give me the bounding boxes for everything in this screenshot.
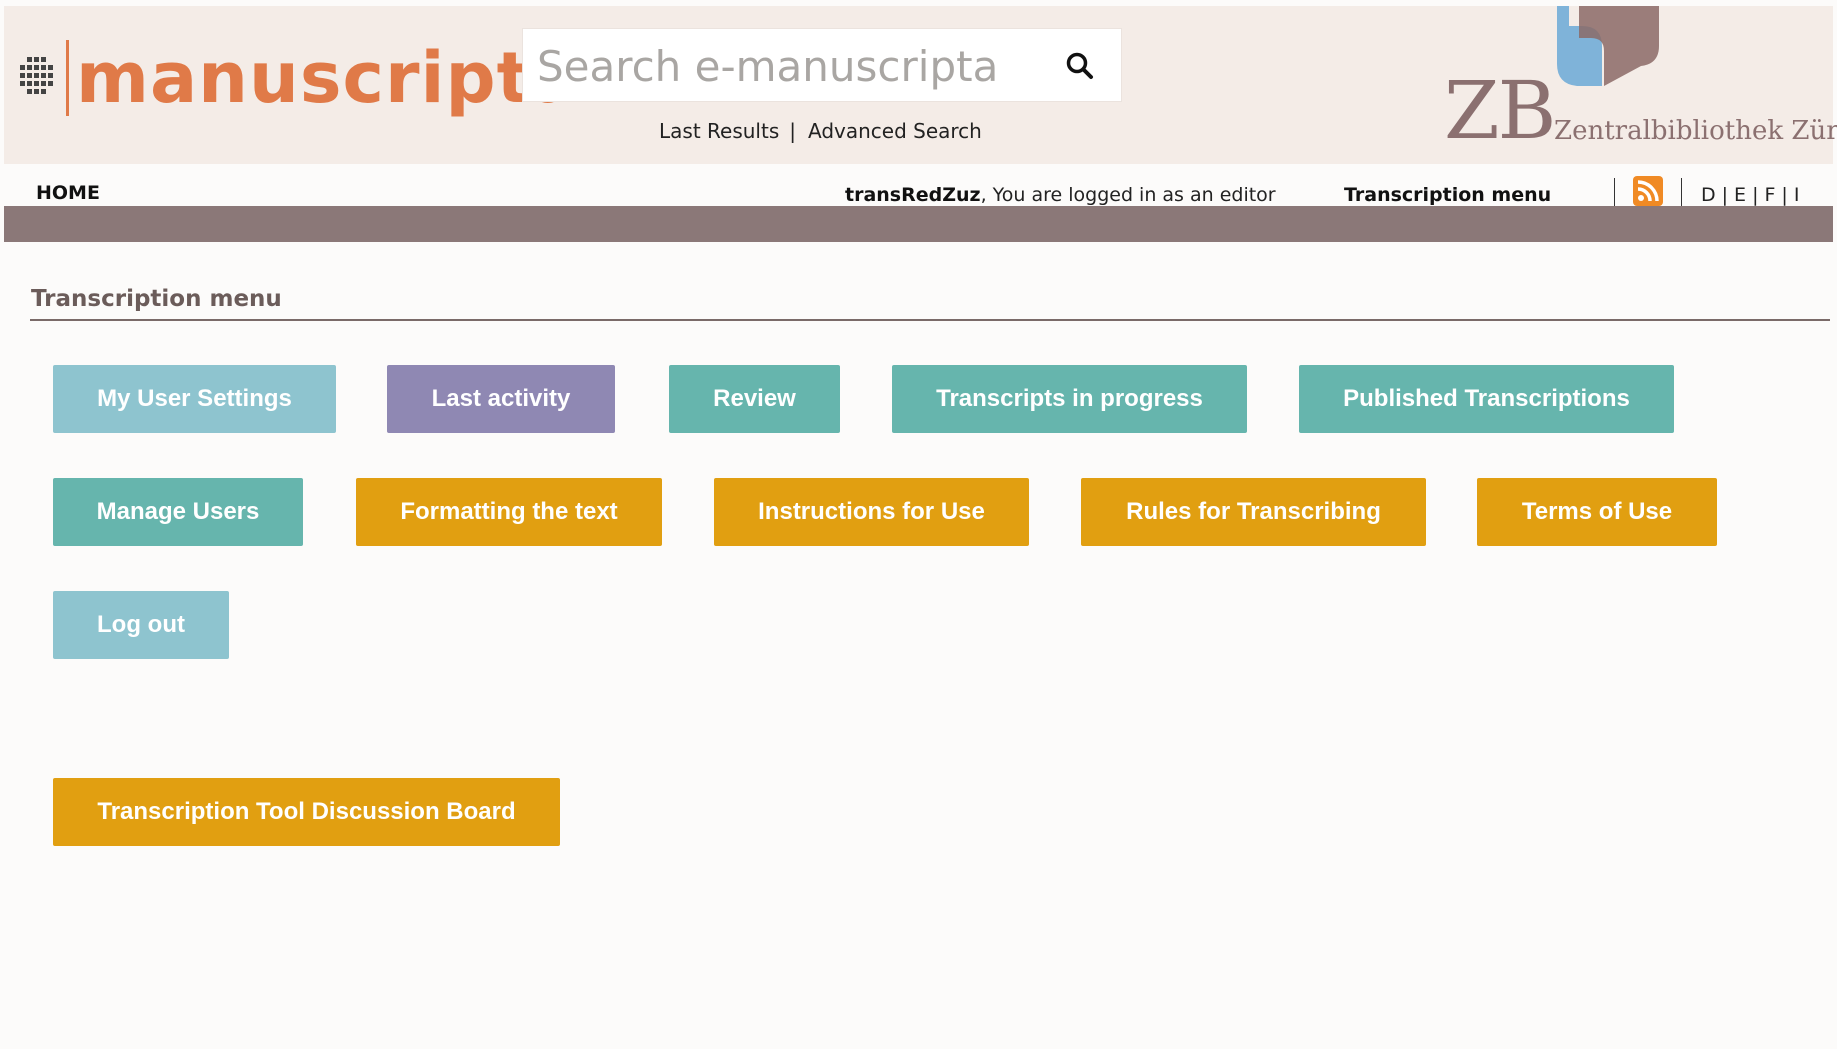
lang-f[interactable]: F bbox=[1764, 184, 1775, 206]
search-icon[interactable] bbox=[1065, 51, 1095, 81]
last-results-link[interactable]: Last Results bbox=[659, 119, 779, 143]
terms-of-use-button[interactable]: Terms of Use bbox=[1477, 478, 1717, 546]
log-out-button[interactable]: Log out bbox=[53, 591, 229, 659]
rss-icon[interactable] bbox=[1633, 176, 1663, 206]
username[interactable]: transRedZuz bbox=[845, 184, 981, 206]
page-title: Transcription menu bbox=[31, 286, 282, 312]
rules-for-transcribing-button[interactable]: Rules for Transcribing bbox=[1081, 478, 1426, 546]
lang-d[interactable]: D bbox=[1701, 184, 1716, 206]
site-logo-text[interactable]: manuscripta bbox=[76, 28, 579, 128]
search-input[interactable] bbox=[535, 29, 1039, 103]
language-switcher: D | E | F | I bbox=[1701, 184, 1799, 206]
lang-separator: | bbox=[1721, 184, 1729, 206]
library-name: Zentralbibliothek Zürich bbox=[1554, 116, 1837, 146]
search-box bbox=[522, 28, 1122, 103]
my-user-settings-button[interactable]: My User Settings bbox=[53, 365, 336, 433]
login-status: transRedZuz, You are logged in as an edi… bbox=[845, 184, 1276, 206]
lang-e[interactable]: E bbox=[1734, 184, 1746, 206]
published-transcriptions-button[interactable]: Published Transcriptions bbox=[1299, 365, 1674, 433]
lang-separator: | bbox=[1781, 184, 1788, 206]
login-status-text: , You are logged in as an editor bbox=[980, 184, 1276, 206]
header-color-bar bbox=[4, 206, 1833, 242]
nav-divider bbox=[1681, 178, 1682, 208]
search-links: Last Results | Advanced Search bbox=[659, 119, 982, 143]
manage-users-button[interactable]: Manage Users bbox=[53, 478, 303, 546]
title-divider bbox=[30, 319, 1830, 321]
nav-divider bbox=[1614, 178, 1615, 208]
advanced-search-link[interactable]: Advanced Search bbox=[808, 119, 982, 143]
site-header: manuscripta Last Results | Advanced Search… bbox=[4, 6, 1837, 164]
logo-divider bbox=[66, 40, 69, 116]
review-button[interactable]: Review bbox=[669, 365, 840, 433]
top-navigation: HOME transRedZuz, You are logged in as a… bbox=[4, 164, 1833, 212]
lang-i[interactable]: I bbox=[1794, 184, 1800, 206]
page: manuscripta Last Results | Advanced Search… bbox=[4, 6, 1837, 1049]
formatting-the-text-button[interactable]: Formatting the text bbox=[356, 478, 662, 546]
library-logo-letters: ZB bbox=[1444, 64, 1556, 157]
instructions-for-use-button[interactable]: Instructions for Use bbox=[714, 478, 1029, 546]
lang-separator: | bbox=[1752, 184, 1759, 206]
transcripts-in-progress-button[interactable]: Transcripts in progress bbox=[892, 365, 1247, 433]
manuscripta-logo-icon bbox=[20, 57, 53, 94]
last-activity-button[interactable]: Last activity bbox=[387, 365, 615, 433]
link-separator: | bbox=[789, 119, 796, 143]
nav-home-link[interactable]: HOME bbox=[36, 182, 100, 204]
nav-transcription-menu-link[interactable]: Transcription menu bbox=[1344, 184, 1551, 206]
discussion-board-button[interactable]: Transcription Tool Discussion Board bbox=[53, 778, 560, 846]
